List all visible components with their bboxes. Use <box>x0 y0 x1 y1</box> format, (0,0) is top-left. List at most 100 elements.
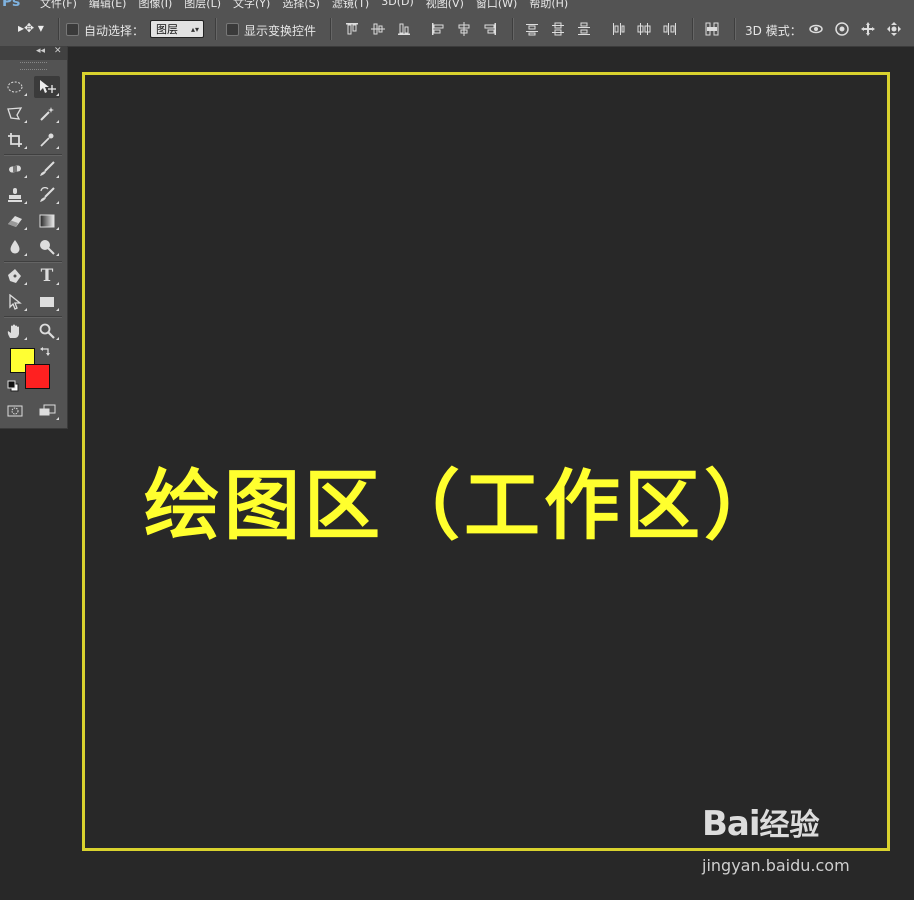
distribute-left-icon[interactable] <box>610 21 626 37</box>
blur-tool[interactable] <box>2 236 28 258</box>
eyedropper-icon <box>40 133 54 147</box>
tools-panel: ◂◂ ✕ T <box>0 46 68 429</box>
show-transform-checkbox[interactable] <box>226 23 239 36</box>
align-right-icon[interactable] <box>482 21 498 37</box>
collapse-panel-icon[interactable]: ◂◂ <box>36 46 45 56</box>
divider <box>734 18 736 40</box>
align-left-icon[interactable] <box>430 21 446 37</box>
eraser-icon <box>8 216 22 227</box>
options-bar: ▸✥ ▾ 自动选择： 图层 ▴▾ 显示变换控件 3D 模式： <box>0 12 914 47</box>
auto-select-checkbox[interactable] <box>66 23 79 36</box>
type-tool[interactable]: T <box>34 265 60 287</box>
eraser-tool[interactable] <box>2 210 28 232</box>
clone-stamp-tool[interactable] <box>2 184 28 206</box>
menu-layer[interactable]: 图层(L) <box>184 0 221 11</box>
gradient-tool[interactable] <box>34 210 60 232</box>
eyedropper-tool[interactable] <box>34 129 60 151</box>
zoom-icon <box>39 323 55 339</box>
rectangle-icon <box>40 297 54 307</box>
default-colors-icon[interactable] <box>7 380 19 392</box>
menu-3d[interactable]: 3D(D) <box>381 0 414 11</box>
zoom-tool[interactable] <box>34 320 60 342</box>
align-hcenter-icon[interactable] <box>456 21 472 37</box>
move-icon <box>40 80 56 93</box>
arrow-cursor-icon <box>9 294 22 310</box>
elliptical-marquee-tool[interactable] <box>2 76 28 98</box>
stamp-icon <box>8 188 22 202</box>
distribute-top-icon[interactable] <box>524 21 540 37</box>
divider <box>215 18 217 40</box>
menu-select[interactable]: 选择(S) <box>282 0 320 11</box>
lasso-icon <box>7 107 23 120</box>
menu-file[interactable]: 文件(F) <box>40 0 77 11</box>
menu-items: 文件(F) 编辑(E) 图像(I) 图层(L) 文字(Y) 选择(S) 滤镜(T… <box>40 0 568 11</box>
3d-orbit-icon[interactable] <box>808 21 824 37</box>
watermark-cn: 经验 <box>759 808 820 843</box>
close-panel-icon[interactable]: ✕ <box>54 46 62 56</box>
baidu-jingyan-watermark: Bai经验 jingyan.baidu.com <box>702 800 850 875</box>
bandage-icon <box>9 165 21 173</box>
ellipse-marquee-icon <box>7 81 23 93</box>
tool-preset-picker[interactable]: ▸✥ ▾ <box>18 21 44 35</box>
menu-window[interactable]: 窗口(W) <box>476 0 517 11</box>
distribute-vcenter-icon[interactable] <box>550 21 566 37</box>
watermark-brand: Bai <box>702 804 761 844</box>
align-bottom-icon[interactable] <box>396 21 412 37</box>
pen-tool[interactable] <box>2 265 28 287</box>
pen-icon <box>8 269 21 283</box>
menu-image[interactable]: 图像(I) <box>138 0 172 11</box>
screen-mode-icon <box>38 404 56 417</box>
divider <box>4 261 62 263</box>
panel-grip[interactable] <box>20 62 47 70</box>
3d-roll-icon[interactable] <box>834 21 850 37</box>
divider <box>692 18 694 40</box>
history-brush-tool[interactable] <box>34 184 60 206</box>
menu-help[interactable]: 帮助(H) <box>529 0 568 11</box>
move-tool[interactable] <box>34 76 60 98</box>
water-drop-icon <box>10 240 20 254</box>
type-icon: T <box>40 266 54 286</box>
healing-brush-tool[interactable] <box>2 158 28 180</box>
magic-wand-tool[interactable] <box>34 103 60 125</box>
distribute-right-icon[interactable] <box>662 21 678 37</box>
screen-mode-button[interactable] <box>34 400 60 422</box>
auto-align-icon[interactable] <box>704 21 720 37</box>
divider <box>512 18 514 40</box>
align-top-icon[interactable] <box>344 21 360 37</box>
dodge-tool[interactable] <box>34 236 60 258</box>
distribute-hcenter-icon[interactable] <box>636 21 652 37</box>
watermark-url: jingyan.baidu.com <box>702 856 850 875</box>
polygonal-lasso-tool[interactable] <box>2 103 28 125</box>
menu-view[interactable]: 视图(V) <box>426 0 464 11</box>
distribute-bottom-icon[interactable] <box>576 21 592 37</box>
hand-icon <box>7 324 19 338</box>
auto-select-value: 图层 <box>156 23 178 36</box>
crop-icon <box>8 133 22 147</box>
gradient-icon <box>39 214 55 228</box>
tools-panel-header: ◂◂ ✕ <box>0 46 67 60</box>
3d-slide-icon[interactable] <box>886 21 902 37</box>
history-brush-icon <box>40 187 55 202</box>
rectangle-tool[interactable] <box>34 291 60 313</box>
menu-filter[interactable]: 滤镜(T) <box>332 0 369 11</box>
divider <box>330 18 332 40</box>
background-color-swatch[interactable] <box>25 364 50 389</box>
auto-select-label: 自动选择： <box>84 24 145 38</box>
3d-pan-icon[interactable] <box>860 21 876 37</box>
path-selection-tool[interactable] <box>2 291 28 313</box>
magic-wand-icon <box>40 107 54 121</box>
divider <box>58 18 60 40</box>
dodge-icon <box>40 240 55 255</box>
menu-edit[interactable]: 编辑(E) <box>89 0 127 11</box>
menu-type[interactable]: 文字(Y) <box>233 0 270 11</box>
crop-tool[interactable] <box>2 129 28 151</box>
swap-colors-icon[interactable] <box>39 346 51 358</box>
auto-select-dropdown[interactable]: 图层 ▴▾ <box>150 20 204 38</box>
hand-tool[interactable] <box>2 320 28 342</box>
3d-mode-label: 3D 模式： <box>745 24 802 38</box>
app-logo: Ps <box>2 0 21 10</box>
quick-mask-button[interactable] <box>2 400 28 422</box>
brush-tool[interactable] <box>34 158 60 180</box>
brush-icon <box>40 161 55 176</box>
align-vcenter-icon[interactable] <box>370 21 386 37</box>
